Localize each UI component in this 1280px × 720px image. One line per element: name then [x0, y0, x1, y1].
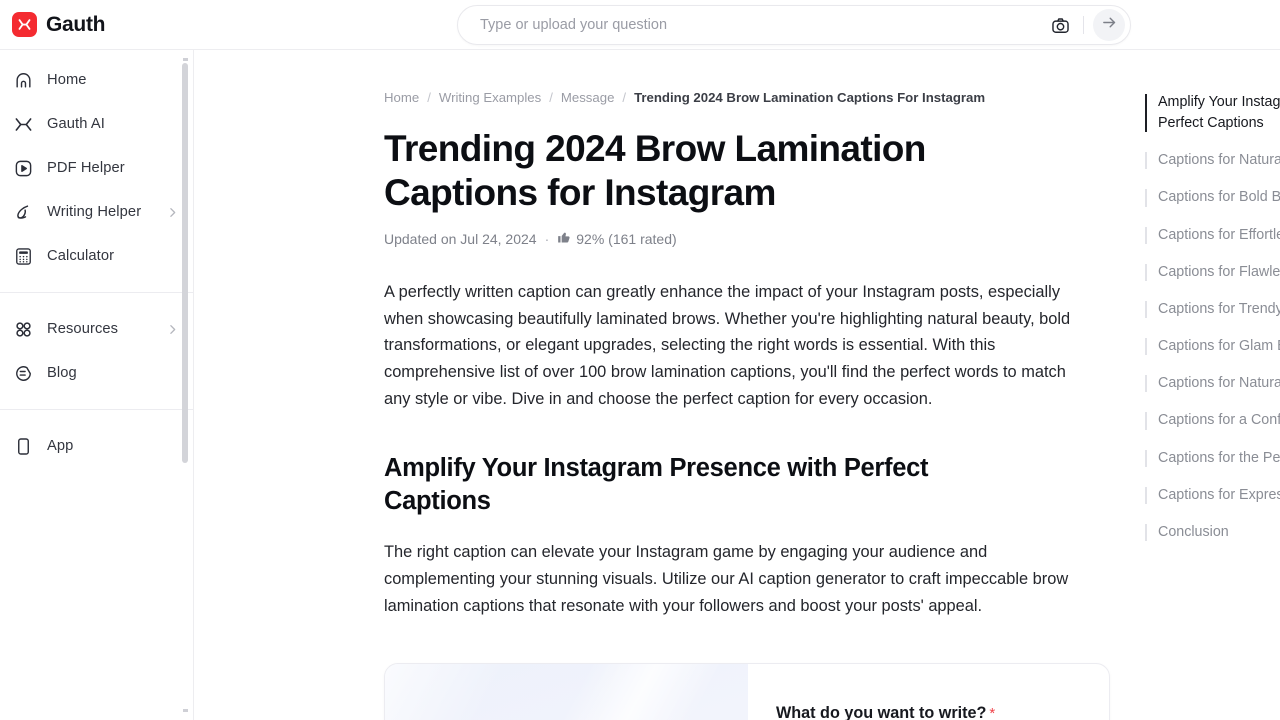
toc-item[interactable]: Captions for Natural Brows — [1145, 150, 1280, 171]
sidebar-item-resources[interactable]: Resources — [0, 307, 193, 351]
toc-item[interactable]: Conclusion — [1145, 522, 1280, 543]
arrow-right-icon — [1101, 14, 1118, 36]
pen-icon — [13, 202, 34, 223]
sidebar-item-label: Blog — [47, 365, 77, 381]
blog-bubble-icon — [13, 363, 34, 384]
meta-separator: · — [544, 230, 550, 247]
sidebar: Home Gauth AI PDF Helper Writing Helper … — [0, 50, 194, 720]
toc-item[interactable]: Captions for Expressing Individuality — [1145, 485, 1280, 506]
gauth-x-logo-icon — [12, 12, 37, 37]
section-heading-1: Amplify Your Instagram Presence with Per… — [384, 454, 929, 515]
sidebar-item-app[interactable]: App — [0, 424, 193, 468]
section-body-1: The right caption can elevate your Insta… — [384, 543, 1069, 615]
caption-generator-card: What do you want to write?* Write a capt… — [384, 663, 1110, 720]
sidebar-item-writing-helper[interactable]: Writing Helper — [0, 190, 193, 234]
search-box[interactable] — [457, 5, 1131, 45]
updated-date: Updated on Jul 24, 2024 — [384, 230, 537, 247]
generator-illustration — [385, 664, 748, 720]
toc-item[interactable]: Captions for Bold Brows — [1145, 187, 1280, 208]
sidebar-item-label: App — [47, 438, 74, 454]
article-intro: A perfectly written caption can greatly … — [384, 283, 1071, 408]
sidebar-item-calculator[interactable]: Calculator — [0, 234, 193, 278]
breadcrumb-current: Trending 2024 Brow Lamination Captions F… — [634, 90, 986, 105]
sidebar-item-label: Writing Helper — [47, 204, 142, 220]
required-asterisk: * — [989, 705, 996, 720]
breadcrumb-separator: / — [622, 90, 627, 105]
toc-item[interactable]: Captions for Glam Brows — [1145, 336, 1280, 357]
rating-value: 92% (161 rated) — [576, 230, 677, 247]
breadcrumb: Home / Writing Examples / Message / Tren… — [384, 90, 1144, 105]
sidebar-item-home[interactable]: Home — [0, 58, 193, 102]
toc-item[interactable]: Captions for Flawless Transformation — [1145, 262, 1280, 283]
scrollbar-up-arrow[interactable] — [183, 58, 188, 61]
table-of-contents: Amplify Your Instagram Presence with Per… — [1145, 50, 1280, 720]
home-icon — [13, 70, 34, 91]
toc-item[interactable]: Amplify Your Instagram Presence with Per… — [1145, 92, 1280, 134]
toc-item[interactable]: Captions for Trendy Brows — [1145, 299, 1280, 320]
sidebar-item-pdf-helper[interactable]: PDF Helper — [0, 146, 193, 190]
breadcrumb-item-message[interactable]: Message — [561, 90, 615, 105]
breadcrumb-item-writing-examples[interactable]: Writing Examples — [439, 90, 541, 105]
sidebar-divider — [0, 292, 193, 293]
toc-list: Amplify Your Instagram Presence with Per… — [1145, 50, 1280, 543]
sidebar-item-label: Resources — [47, 321, 119, 337]
search-input[interactable] — [458, 17, 1046, 33]
top-bar: Gauth — [0, 0, 1280, 50]
calculator-icon — [13, 246, 34, 267]
breadcrumb-separator: / — [549, 90, 553, 105]
sidebar-item-label: Home — [47, 72, 87, 88]
chevron-right-icon — [166, 206, 179, 219]
sidebar-item-gauth-ai[interactable]: Gauth AI — [0, 102, 193, 146]
toc-item[interactable]: Captions for Natural Beauty — [1145, 373, 1280, 394]
article: Home / Writing Examples / Message / Tren… — [194, 50, 1144, 720]
page-title: Trending 2024 Brow Lamination Captions f… — [384, 128, 926, 213]
sidebar-item-label: Gauth AI — [47, 116, 105, 132]
toc-item[interactable]: Captions for the Perfect Arch — [1145, 448, 1280, 469]
rating-group: 92% (161 rated) — [557, 230, 677, 247]
generator-prompt-label-row: What do you want to write? * — [776, 704, 1083, 720]
sidebar-item-blog[interactable]: Blog — [0, 351, 193, 395]
brand-logo[interactable]: Gauth — [12, 0, 105, 50]
brand-name: Gauth — [46, 12, 106, 36]
sidebar-item-label: PDF Helper — [47, 160, 125, 176]
pdf-helper-icon — [13, 158, 34, 179]
sidebar-group-secondary: Resources Blog — [0, 299, 193, 403]
search-divider — [1083, 16, 1084, 34]
breadcrumb-item-home[interactable]: Home — [384, 90, 419, 105]
chevron-right-icon — [166, 323, 179, 336]
sidebar-divider — [0, 409, 193, 410]
sidebar-group-primary: Home Gauth AI PDF Helper Writing Helper … — [0, 50, 193, 286]
thumbs-up-icon — [557, 230, 571, 247]
grid-icon — [13, 319, 34, 340]
toc-item[interactable]: Captions for a Confident Look — [1145, 410, 1280, 431]
article-meta: Updated on Jul 24, 2024 · 92% (161 rated… — [384, 230, 1144, 247]
generator-prompt-label: What do you want to write? — [776, 704, 987, 720]
search-bar — [457, 5, 1131, 45]
scrollbar-down-arrow[interactable] — [183, 709, 188, 712]
generator-form: What do you want to write?* Write a capt… — [748, 664, 1109, 720]
toc-item[interactable]: Captions for Effortless Brows — [1145, 225, 1280, 246]
sidebar-item-label: Calculator — [47, 248, 115, 264]
sidebar-scrollbar[interactable] — [182, 58, 188, 712]
camera-icon[interactable] — [1046, 11, 1074, 39]
sidebar-group-tertiary: App — [0, 416, 193, 476]
main-content: Home / Writing Examples / Message / Tren… — [194, 50, 1280, 720]
breadcrumb-separator: / — [427, 90, 431, 105]
scrollbar-thumb[interactable] — [182, 63, 188, 463]
search-submit-button[interactable] — [1093, 9, 1125, 41]
gauth-ai-icon — [13, 114, 34, 135]
app-device-icon — [13, 436, 34, 457]
